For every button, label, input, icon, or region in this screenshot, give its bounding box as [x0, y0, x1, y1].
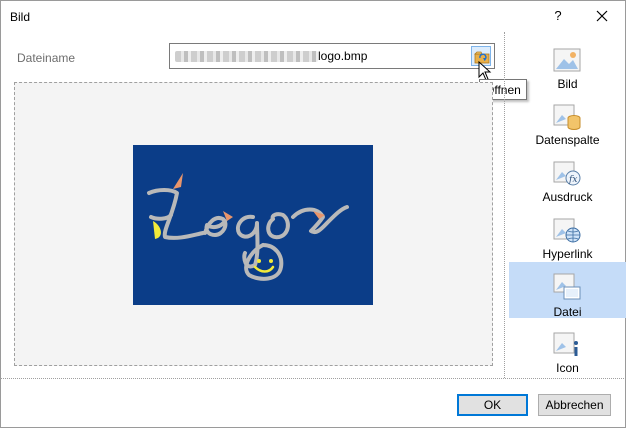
- dialog-title: Bild: [10, 10, 31, 24]
- info-icon: [553, 332, 578, 356]
- cancel-button[interactable]: Abbrechen: [538, 394, 611, 416]
- sidebar-item-hyperlink[interactable]: Hyperlink: [509, 212, 626, 268]
- sidebar-item-expression[interactable]: fx Ausdruck: [509, 155, 626, 211]
- filename-field[interactable]: logo.bmp: [169, 43, 495, 69]
- sidebar-item-label: Ausdruck: [542, 190, 593, 204]
- mouse-cursor-icon: [478, 61, 492, 81]
- sidebar-item-label: Bild: [557, 77, 578, 91]
- logo-drawing: [147, 173, 349, 281]
- sidebar-item-image[interactable]: Bild: [509, 42, 626, 98]
- ok-button[interactable]: OK: [457, 394, 528, 416]
- sidebar-item-label: Icon: [556, 361, 579, 375]
- filename-value: logo.bmp: [318, 49, 368, 63]
- svg-text:fx: fx: [568, 175, 577, 185]
- help-button[interactable]: ?: [539, 1, 577, 31]
- image-preview-area: [14, 82, 493, 366]
- footer-divider: [0, 378, 624, 379]
- vertical-divider: [504, 32, 505, 378]
- sidebar-item-icon[interactable]: Icon: [509, 326, 626, 382]
- logo-image: [133, 145, 373, 305]
- sidebar-item-data-column[interactable]: Datenspalte: [509, 98, 626, 154]
- sidebar-item-label: Hyperlink: [542, 247, 593, 261]
- close-icon: [596, 10, 608, 22]
- file-icon: [553, 273, 581, 300]
- title-bar: Bild ?: [1, 1, 625, 33]
- image-icon: [553, 48, 581, 72]
- filename-label: Dateiname: [17, 51, 76, 65]
- hyperlink-icon: [553, 218, 581, 243]
- close-button[interactable]: [579, 1, 625, 31]
- expression-icon: fx: [553, 161, 581, 186]
- sidebar-item-file[interactable]: Datei: [509, 262, 626, 319]
- data-column-icon: [553, 104, 581, 130]
- blurred-path: [175, 51, 318, 62]
- sidebar-item-label: Datenspalte: [535, 133, 600, 147]
- sidebar-item-label: Datei: [553, 305, 582, 319]
